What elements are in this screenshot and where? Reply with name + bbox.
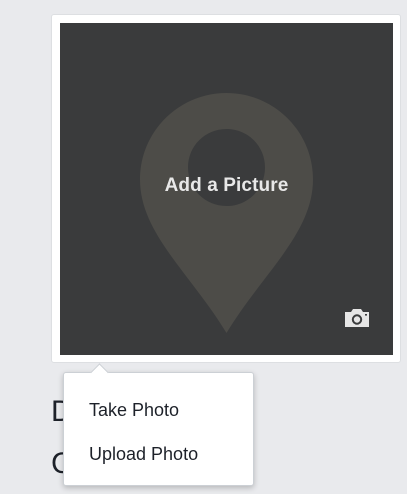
take-photo-menu-item[interactable]: Take Photo (64, 388, 253, 432)
menu-caret (90, 363, 109, 382)
add-picture-label: Add a Picture (164, 175, 289, 196)
upload-photo-menu-item[interactable]: Upload Photo (64, 432, 253, 476)
camera-icon[interactable] (343, 307, 371, 329)
photo-options-menu: Take Photo Upload Photo (63, 363, 254, 486)
profile-photo-card: Add a Picture (51, 14, 401, 363)
map-pin-icon (140, 93, 313, 333)
add-picture-area[interactable]: Add a Picture (60, 23, 393, 355)
